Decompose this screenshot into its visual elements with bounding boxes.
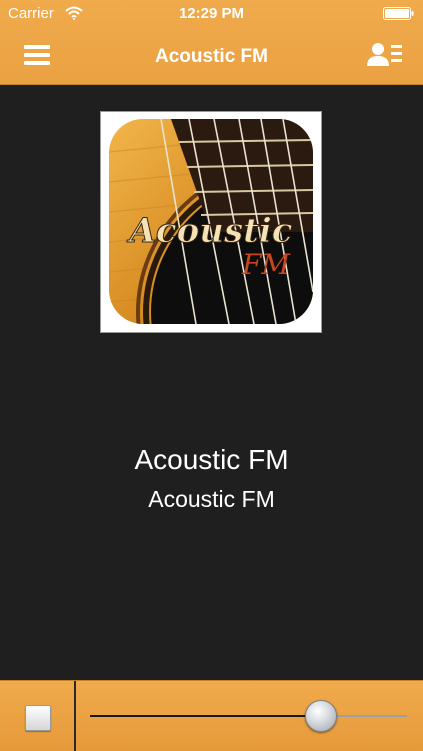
player-bar: [0, 680, 423, 751]
svg-text:Acoustic: Acoustic: [127, 211, 293, 251]
status-time: 12:29 PM: [178, 5, 245, 22]
volume-slider-thumb[interactable]: [305, 700, 338, 732]
status-bar: Carrier 12:29 PM: [0, 0, 423, 28]
hamburger-menu-icon[interactable]: [22, 42, 52, 68]
contacts-list-icon[interactable]: [367, 41, 403, 69]
battery-icon: [383, 7, 414, 20]
controls-divider: [74, 681, 76, 751]
station-artwork: Acoustic FM: [100, 111, 322, 333]
stop-button[interactable]: [25, 705, 51, 731]
nav-bar: Acoustic FM: [0, 28, 423, 84]
volume-slider[interactable]: [90, 699, 407, 733]
volume-track-filled: [90, 715, 321, 717]
acoustic-fm-logo: Acoustic FM: [109, 119, 313, 324]
nav-title: Acoustic FM: [155, 46, 268, 67]
station-subtitle: Acoustic FM: [148, 486, 275, 512]
svg-text:FM: FM: [241, 248, 291, 281]
station-title: Acoustic FM: [134, 444, 289, 475]
top-bar: Carrier 12:29 PM Acoustic FM: [0, 0, 423, 85]
